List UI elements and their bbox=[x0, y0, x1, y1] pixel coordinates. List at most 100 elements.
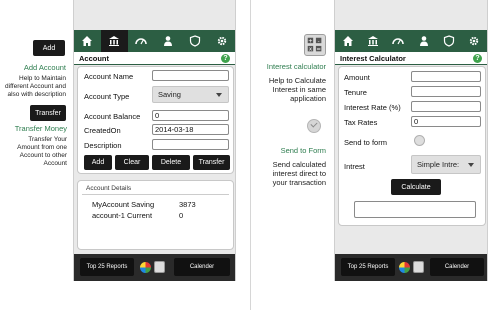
result-field[interactable] bbox=[354, 201, 476, 218]
send-to-form-checkbox[interactable] bbox=[414, 135, 425, 146]
nav-user-2[interactable] bbox=[411, 30, 436, 52]
calculator-icon-large: + - x = bbox=[304, 34, 326, 56]
add-desc-line-3: also with description bbox=[7, 91, 66, 98]
account-name-input[interactable] bbox=[152, 70, 229, 81]
tax-rates-input[interactable]: 0 bbox=[411, 116, 481, 127]
add-account-title: Add Account bbox=[23, 63, 66, 72]
nav-shield[interactable] bbox=[181, 30, 208, 52]
calendar-button[interactable]: Calender bbox=[174, 258, 230, 276]
bank-icon bbox=[367, 36, 378, 46]
shield-icon bbox=[189, 35, 200, 47]
help-icon[interactable]: ? bbox=[221, 53, 230, 63]
transfer-annotation: Transfer Money Transfer Your Amount from… bbox=[0, 125, 67, 168]
account-balance-label: Account Balance bbox=[84, 112, 141, 121]
send-to-form-title: Send to Form bbox=[280, 146, 326, 155]
send-desc-line-1: Send calculated bbox=[272, 160, 326, 169]
send-desc-line-3: your transaction bbox=[272, 178, 326, 187]
transfer-demo-button[interactable]: Transfer bbox=[30, 105, 66, 121]
svg-text:+: + bbox=[308, 38, 313, 44]
dropdown-caret-icon bbox=[468, 163, 474, 167]
interest-calculator-annotation: Interest calculator Help to Calculate In… bbox=[254, 62, 326, 103]
page-title-2: Interest Calculator bbox=[340, 53, 406, 63]
nav-gauge-2[interactable] bbox=[386, 30, 411, 52]
account-type-label: Account Type bbox=[84, 92, 130, 101]
send-to-form-label: Send to form bbox=[344, 138, 387, 147]
details-row-1-name[interactable]: MyAccount Saving bbox=[92, 200, 154, 209]
calendar-button-2[interactable]: Calender bbox=[430, 258, 484, 276]
calculate-button[interactable]: Calculate bbox=[391, 179, 441, 195]
gear-icon bbox=[470, 36, 479, 46]
top-reports-button-2[interactable]: Top 25 Reports bbox=[341, 258, 395, 276]
details-divider bbox=[82, 194, 229, 195]
screenshot-canvas: Add Add Account Help to Maintain differe… bbox=[0, 0, 496, 310]
calculator-icon[interactable] bbox=[413, 261, 424, 273]
nav-settings-2[interactable] bbox=[462, 30, 487, 52]
top-nav-bar-2 bbox=[335, 30, 487, 52]
send-form-radio-icon bbox=[307, 119, 321, 133]
transfer-desc-line-4: Account bbox=[43, 160, 68, 167]
color-ball-icon[interactable] bbox=[399, 262, 410, 273]
nav-shield-2[interactable] bbox=[436, 30, 461, 52]
account-details-panel: Account Details MyAccount Saving 3873 ac… bbox=[77, 180, 234, 250]
created-on-label: CreatedOn bbox=[84, 126, 121, 135]
nav-bank-2[interactable] bbox=[360, 30, 385, 52]
interest-rate-label: Interest Rate (%) bbox=[344, 103, 401, 112]
nav-user[interactable] bbox=[154, 30, 181, 52]
calc-desc-line-1: Help to Calculate bbox=[268, 76, 326, 85]
nav-home[interactable] bbox=[74, 30, 101, 52]
transfer-money-title: Transfer Money bbox=[14, 124, 67, 133]
nav-home-2[interactable] bbox=[335, 30, 360, 52]
interest-calculator-screen: Interest Calculator ? Amount Tenure Inte… bbox=[334, 0, 488, 281]
description-input[interactable] bbox=[152, 139, 229, 150]
interest-type-label: Intrest bbox=[344, 162, 365, 171]
account-form: Account Name Account Type Saving Account… bbox=[77, 66, 234, 174]
panel-divider bbox=[250, 0, 251, 310]
calc-desc-line-2: Interest in same bbox=[272, 85, 326, 94]
tenure-input[interactable] bbox=[411, 86, 481, 97]
delete-button[interactable]: Delete bbox=[152, 155, 190, 170]
account-type-select[interactable]: Saving bbox=[152, 86, 229, 103]
nav-settings[interactable] bbox=[208, 30, 235, 52]
screen-title-bar: Account ? bbox=[74, 52, 235, 65]
home-icon bbox=[342, 36, 353, 46]
account-type-value: Saving bbox=[158, 90, 181, 99]
account-balance-input[interactable]: 0 bbox=[152, 110, 229, 121]
details-row-2-value: 0 bbox=[179, 211, 184, 220]
transfer-button[interactable]: Transfer bbox=[193, 155, 230, 170]
send-to-form-annotation: Send to Form Send calculated interest di… bbox=[254, 146, 326, 187]
color-ball-icon[interactable] bbox=[140, 262, 151, 273]
user-icon bbox=[419, 36, 428, 46]
transfer-desc-line-3: Account to other bbox=[19, 152, 67, 159]
bottom-bar-2: Top 25 Reports Calender bbox=[335, 254, 487, 281]
transfer-desc-line-2: Amount from one bbox=[17, 144, 67, 151]
interest-rate-input[interactable] bbox=[411, 101, 481, 112]
interest-type-select[interactable]: Simple Intre: bbox=[411, 155, 481, 174]
checkmark-icon bbox=[310, 120, 318, 128]
calculator-glyph-icon: + - x = bbox=[307, 37, 322, 52]
calc-desc-line-3: application bbox=[290, 94, 326, 103]
add-demo-button[interactable]: Add bbox=[33, 40, 65, 56]
help-icon[interactable]: ? bbox=[473, 53, 482, 63]
top-nav-bar bbox=[74, 30, 235, 52]
top-reports-button[interactable]: Top 25 Reports bbox=[80, 258, 134, 276]
svg-text:-: - bbox=[318, 38, 320, 44]
amount-input[interactable] bbox=[411, 71, 481, 82]
interest-calculator-title: Interest calculator bbox=[266, 62, 326, 71]
interest-form: Amount Tenure Interest Rate (%) Tax Rate… bbox=[338, 66, 486, 226]
tax-rates-label: Tax Rates bbox=[344, 118, 378, 127]
account-screen: Account ? Account Name Account Type Savi… bbox=[73, 0, 236, 281]
created-on-input[interactable]: 2014-03-18 bbox=[152, 124, 229, 135]
gauge-icon bbox=[392, 38, 405, 45]
transfer-desc-line-1: Transfer Your bbox=[28, 136, 67, 143]
svg-text:=: = bbox=[316, 46, 321, 52]
home-icon bbox=[82, 36, 93, 46]
calculator-icon[interactable] bbox=[154, 261, 165, 273]
nav-gauge[interactable] bbox=[128, 30, 155, 52]
add-button[interactable]: Add bbox=[84, 155, 112, 170]
details-row-2-name[interactable]: account-1 Current bbox=[92, 211, 152, 220]
nav-bank[interactable] bbox=[100, 30, 128, 52]
page-title: Account bbox=[79, 53, 109, 63]
clear-button[interactable]: Clear bbox=[115, 155, 149, 170]
user-icon bbox=[163, 36, 172, 46]
account-name-label: Account Name bbox=[84, 72, 134, 81]
